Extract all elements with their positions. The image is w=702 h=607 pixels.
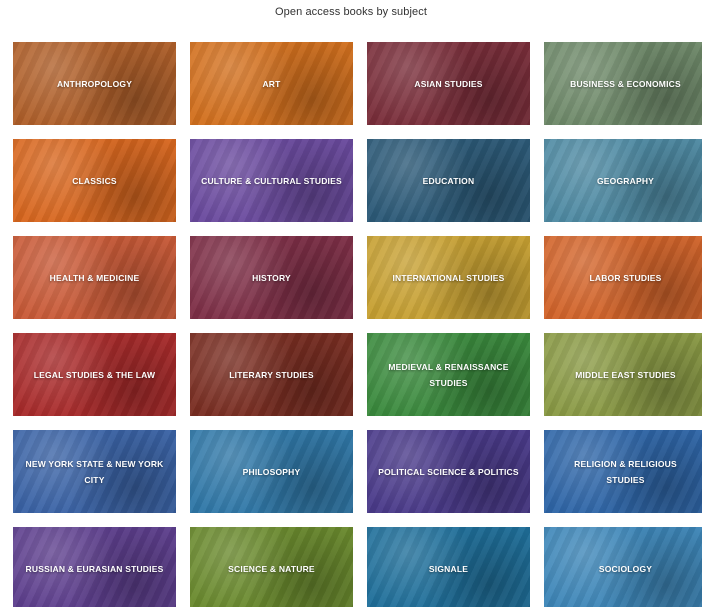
subject-grid: ANTHROPOLOGY ART ASIAN STUDIES BUSINESS & E… xyxy=(13,42,702,607)
subject-tile-signale[interactable]: SIGNALE xyxy=(367,527,530,607)
subject-tile-label: ANTHROPOLOGY xyxy=(56,78,133,89)
subject-tile-medieval-and-renaissance-studies[interactable]: MEDIEVAL & RENAISSANCE STUDIES xyxy=(367,333,530,416)
subject-tile-label: SOCIOLOGY xyxy=(598,563,653,574)
subject-tile-label: POLITICAL SCIENCE & POLITICS xyxy=(378,466,519,477)
subject-tile-label: LABOR STUDIES xyxy=(589,272,662,283)
subject-tile-label: BUSINESS & ECONOMICS xyxy=(570,78,681,89)
subject-tile-label: RELIGION & RELIGIOUS STUDIES xyxy=(574,458,677,485)
subject-tile-philosophy[interactable]: PHILOSOPHY xyxy=(190,430,353,513)
subject-tile-label: EDUCATION xyxy=(422,175,475,186)
subject-tile-sociology[interactable]: SOCIOLOGY xyxy=(544,527,702,607)
subject-tile-international-studies[interactable]: INTERNATIONAL STUDIES xyxy=(367,236,530,319)
subject-tile-health-and-medicine[interactable]: HEALTH & MEDICINE xyxy=(13,236,176,319)
subject-tile-classics[interactable]: CLASSICS xyxy=(13,139,176,222)
subject-tile-label: LEGAL STUDIES & THE LAW xyxy=(33,369,156,380)
subject-tile-russian-and-eurasian-studies[interactable]: RUSSIAN & EURASIAN STUDIES xyxy=(13,527,176,607)
subject-tile-anthropology[interactable]: ANTHROPOLOGY xyxy=(13,42,176,125)
subject-tile-literary-studies[interactable]: LITERARY STUDIES xyxy=(190,333,353,416)
subject-tile-business-and-economics[interactable]: BUSINESS & ECONOMICS xyxy=(544,42,702,125)
subject-tile-label: SIGNALE xyxy=(428,563,469,574)
subject-tile-labor-studies[interactable]: LABOR STUDIES xyxy=(544,236,702,319)
subject-tile-label: NEW YORK STATE & NEW YORK CITY xyxy=(25,458,164,485)
subject-tile-label: CULTURE & CULTURAL STUDIES xyxy=(201,175,342,186)
subject-tile-middle-east-studies[interactable]: MIDDLE EAST STUDIES xyxy=(544,333,702,416)
subject-tile-asian-studies[interactable]: ASIAN STUDIES xyxy=(367,42,530,125)
subject-tile-label: HEALTH & MEDICINE xyxy=(49,272,140,283)
subject-tile-label: MIDDLE EAST STUDIES xyxy=(575,369,676,380)
subject-tile-new-york-state-and-new-york-city[interactable]: NEW YORK STATE & NEW YORK CITY xyxy=(13,430,176,513)
subject-tile-label: GEOGRAPHY xyxy=(596,175,655,186)
subject-tile-legal-studies-and-the-law[interactable]: LEGAL STUDIES & THE LAW xyxy=(13,333,176,416)
subject-tile-label: SCIENCE & NATURE xyxy=(228,563,315,574)
subject-tile-religion-and-religious-studies[interactable]: RELIGION & RELIGIOUS STUDIES xyxy=(544,430,702,513)
subject-tile-education[interactable]: EDUCATION xyxy=(367,139,530,222)
page-title: Open access books by subject xyxy=(275,6,427,18)
subject-tile-label: ART xyxy=(262,78,281,89)
subject-tile-label: RUSSIAN & EURASIAN STUDIES xyxy=(25,563,164,574)
subject-tile-label: CLASSICS xyxy=(72,175,117,186)
subject-tile-science-and-nature[interactable]: SCIENCE & NATURE xyxy=(190,527,353,607)
subject-tile-culture-and-cultural-studies[interactable]: CULTURE & CULTURAL STUDIES xyxy=(190,139,353,222)
subject-tile-label: MEDIEVAL & RENAISSANCE STUDIES xyxy=(388,361,509,388)
subject-tile-geography[interactable]: GEOGRAPHY xyxy=(544,139,702,222)
subject-tile-label: ASIAN STUDIES xyxy=(414,78,483,89)
subject-tile-history[interactable]: HISTORY xyxy=(190,236,353,319)
subject-tile-art[interactable]: ART xyxy=(190,42,353,125)
subject-tile-label: LITERARY STUDIES xyxy=(229,369,314,380)
subject-tile-political-science-and-politics[interactable]: POLITICAL SCIENCE & POLITICS xyxy=(367,430,530,513)
subject-tile-label: HISTORY xyxy=(252,272,291,283)
subject-tile-label: INTERNATIONAL STUDIES xyxy=(392,272,505,283)
subject-tile-label: PHILOSOPHY xyxy=(242,466,301,477)
